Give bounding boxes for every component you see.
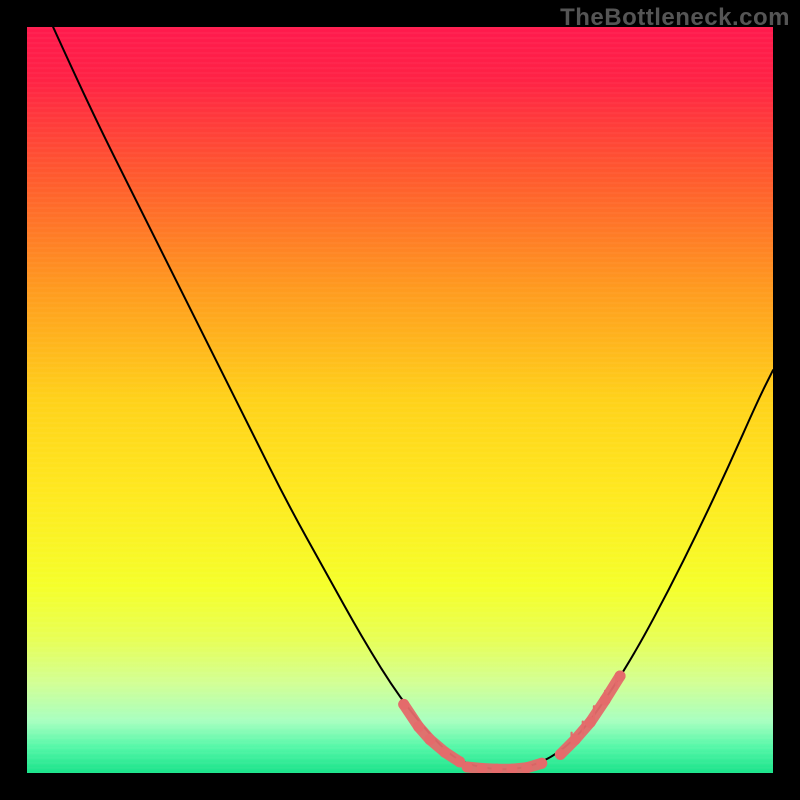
chart-svg xyxy=(27,27,773,773)
plot-area xyxy=(27,27,773,773)
chart-frame: TheBottleneck.com xyxy=(0,0,800,800)
watermark-text: TheBottleneck.com xyxy=(560,4,790,32)
